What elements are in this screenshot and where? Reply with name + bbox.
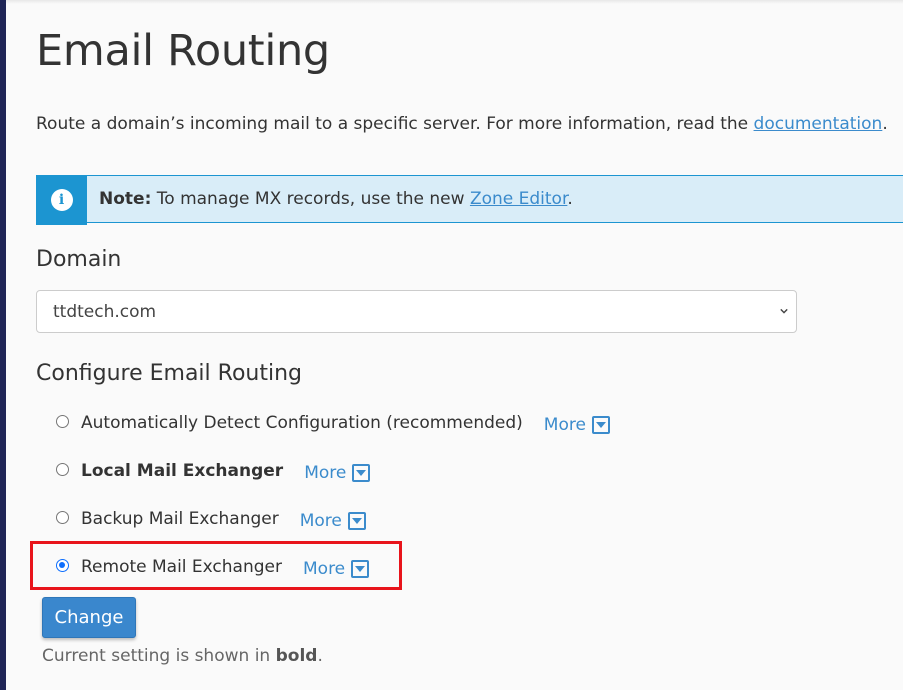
alert-label: Note: [99, 189, 152, 209]
alert-text: Note: To manage MX records, use the new … [99, 189, 573, 209]
option-label: Backup Mail Exchanger [81, 509, 279, 529]
current-setting-hint: Current setting is shown in bold. [42, 646, 323, 666]
top-shadow [6, 0, 903, 4]
caret-down-icon [591, 416, 610, 434]
page-description: Route a domain’s incoming mail to a spec… [36, 114, 888, 134]
chevron-down-icon [780, 308, 788, 314]
radio-backup-mail-exchanger[interactable] [56, 510, 69, 524]
hint-text: Current setting is shown in [42, 646, 276, 666]
zone-editor-link[interactable]: Zone Editor [470, 189, 567, 209]
more-label: More [299, 511, 342, 531]
change-button[interactable]: Change [42, 597, 136, 638]
caret-down-icon [347, 512, 366, 530]
hint-suffix: . [317, 646, 323, 666]
hint-bold: bold [275, 646, 318, 666]
highlight-box [30, 541, 402, 590]
documentation-link[interactable]: documentation [754, 114, 883, 134]
more-label: More [543, 415, 586, 435]
info-icon: i [50, 189, 73, 211]
more-toggle[interactable]: More [544, 415, 610, 435]
sidebar-strip [0, 0, 6, 690]
info-alert: i Note: To manage MX records, use the ne… [36, 175, 903, 225]
radio-auto-detect[interactable] [56, 414, 69, 428]
domain-select-value: ttdtech.com [53, 302, 157, 322]
configure-routing-heading: Configure Email Routing [36, 361, 302, 386]
alert-icon-box: i [36, 175, 87, 225]
alert-suffix: . [567, 189, 573, 209]
option-backup-mail-exchanger[interactable]: Backup Mail Exchanger More [56, 507, 366, 531]
page-title: Email Routing [36, 26, 330, 76]
domain-select[interactable]: ttdtech.com [36, 290, 797, 333]
domain-label: Domain [36, 247, 122, 272]
radio-local-mail-exchanger[interactable] [56, 462, 69, 476]
alert-message: To manage MX records, use the new [151, 189, 470, 209]
option-auto-detect[interactable]: Automatically Detect Configuration (reco… [56, 411, 610, 435]
option-label: Automatically Detect Configuration (reco… [81, 413, 523, 433]
more-label: More [304, 463, 347, 483]
description-suffix: . [882, 114, 888, 134]
more-toggle[interactable]: More [304, 463, 371, 483]
option-label: Local Mail Exchanger [81, 461, 284, 481]
option-local-mail-exchanger[interactable]: Local Mail Exchanger More [56, 459, 371, 483]
description-text: Route a domain’s incoming mail to a spec… [36, 114, 754, 134]
more-toggle[interactable]: More [300, 511, 366, 531]
caret-down-icon [352, 464, 371, 482]
